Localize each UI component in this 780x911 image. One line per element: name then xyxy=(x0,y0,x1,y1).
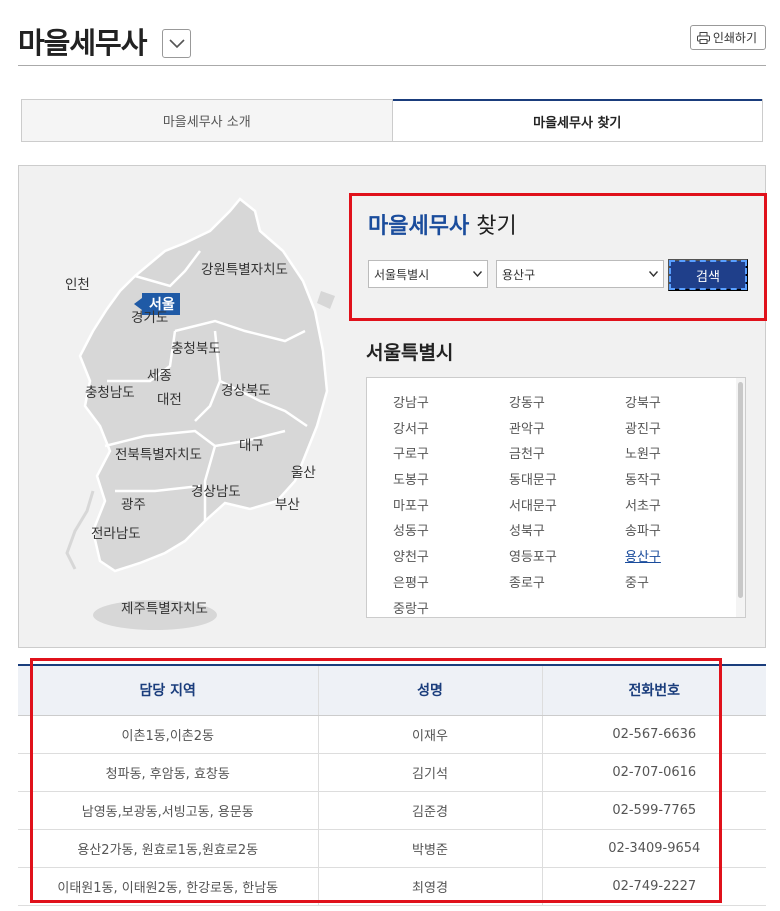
tax-advisor-table: 담당 지역 성명 전화번호 이촌1동,이촌2동 이재우 02-567-6636 청파동… xyxy=(18,664,766,906)
region-daejeon[interactable]: 대전 xyxy=(157,388,182,408)
chevron-down-icon xyxy=(649,271,658,277)
table-body: 이촌1동,이촌2동 이재우 02-567-6636 청파동, 후암동, 효창동 김기석 0… xyxy=(18,715,766,906)
tab-intro[interactable]: 마을세무사 소개 xyxy=(22,100,393,141)
district-item[interactable]: 강북구 xyxy=(625,395,723,414)
find-title-highlight: 마을세무사 xyxy=(368,214,470,239)
find-box: 마을세무사 찾기 서울특별시 용산구 검색 xyxy=(349,193,767,321)
region-chungnam[interactable]: 충청남도 xyxy=(85,381,135,401)
cell-name: 김기석 xyxy=(318,753,543,792)
district-item[interactable]: 중랑구 xyxy=(393,601,509,618)
district-item[interactable]: 강동구 xyxy=(509,395,625,414)
district-item[interactable]: 광진구 xyxy=(625,421,723,440)
district-item[interactable]: 관악구 xyxy=(509,421,625,440)
district-item[interactable]: 금천구 xyxy=(509,446,625,465)
district-item[interactable]: 성동구 xyxy=(393,523,509,542)
region-busan[interactable]: 부산 xyxy=(275,493,300,513)
tab-bar: 마을세무사 소개 마을세무사 찾기 xyxy=(21,99,763,142)
district-item[interactable]: 송파구 xyxy=(625,523,723,542)
cell-name: 최영경 xyxy=(318,867,543,906)
scrollbar-thumb[interactable] xyxy=(738,382,743,598)
cell-name: 김준경 xyxy=(318,791,543,830)
district-item[interactable]: 양천구 xyxy=(393,549,509,568)
tab-find[interactable]: 마을세무사 찾기 xyxy=(392,99,762,141)
cell-area: 이촌1동,이촌2동 xyxy=(18,715,319,754)
cell-area: 청파동, 후암동, 효창동 xyxy=(18,753,319,792)
table-row: 이촌1동,이촌2동 이재우 02-567-6636 xyxy=(18,715,766,754)
page-title: 마을세무사 xyxy=(18,26,147,60)
col-header-name: 성명 xyxy=(318,665,543,716)
city-select[interactable]: 서울특별시 xyxy=(368,260,488,288)
cell-phone: 02-599-7765 xyxy=(542,791,766,830)
chevron-down-icon xyxy=(473,271,482,277)
district-item[interactable]: 강남구 xyxy=(393,395,509,414)
region-gwangju[interactable]: 광주 xyxy=(121,493,146,513)
cell-area: 남영동,보광동,서빙고동, 용문동 xyxy=(18,791,319,830)
region-daegu[interactable]: 대구 xyxy=(239,434,264,454)
region-ulsan[interactable]: 울산 xyxy=(291,461,316,481)
cell-phone: 02-749-2227 xyxy=(542,867,766,906)
district-list: 강남구 강동구 강북구강서구 관악구 광진구구로구 금천구 노원구도봉구 동대문구 동작구마포구… xyxy=(366,377,746,618)
table-header-row: 담당 지역 성명 전화번호 xyxy=(18,665,766,716)
district-item[interactable]: 마포구 xyxy=(393,498,509,517)
chevron-down-icon xyxy=(168,38,185,48)
region-gangwon[interactable]: 강원특별자치도 xyxy=(201,258,288,278)
district-item[interactable]: 종로구 xyxy=(509,575,625,594)
region-jeonnam[interactable]: 전라남도 xyxy=(91,522,141,542)
district-item[interactable]: 구로구 xyxy=(393,446,509,465)
district-heading: 서울특별시 xyxy=(366,342,454,364)
find-title-rest: 찾기 xyxy=(476,214,517,239)
cell-area: 이태원1동, 이태원2동, 한강로동, 한남동 xyxy=(18,867,319,906)
city-select-value: 서울특별시 xyxy=(374,267,430,282)
korea-map[interactable]: 인천 서울 강원특별자치도 경기도 충청북도 세종 충청남도 대전 경상북도 대… xyxy=(45,191,345,631)
cell-name: 박병준 xyxy=(318,829,543,868)
col-header-area: 담당 지역 xyxy=(18,665,319,716)
region-gyeongbuk[interactable]: 경상북도 xyxy=(221,379,271,399)
district-item[interactable]: 강서구 xyxy=(393,421,509,440)
printer-icon xyxy=(696,31,710,44)
district-item[interactable]: 동작구 xyxy=(625,472,723,491)
district-item[interactable]: 노원구 xyxy=(625,446,723,465)
region-sejong[interactable]: 세종 xyxy=(147,364,172,384)
district-item[interactable]: 서초구 xyxy=(625,498,723,517)
district-grid: 강남구 강동구 강북구강서구 관악구 광진구구로구 금천구 노원구도봉구 동대문구 동작구마포구… xyxy=(393,395,723,618)
district-item[interactable]: 성북구 xyxy=(509,523,625,542)
table-row: 이태원1동, 이태원2동, 한강로동, 한남동 최영경 02-749-2227 xyxy=(18,867,766,906)
table-row: 남영동,보광동,서빙고동, 용문동 김준경 02-599-7765 xyxy=(18,791,766,830)
district-item[interactable]: 서대문구 xyxy=(509,498,625,517)
region-jeju[interactable]: 제주특별자치도 xyxy=(121,597,208,617)
table-row: 용산2가동, 원효로1동,원효로2동 박병준 02-3409-9654 xyxy=(18,829,766,868)
district-item[interactable]: 영등포구 xyxy=(509,549,625,568)
district-list-scrollbar[interactable] xyxy=(736,378,745,617)
region-incheon[interactable]: 인천 xyxy=(65,273,90,293)
region-chungbuk[interactable]: 충청북도 xyxy=(171,337,221,357)
table-row: 청파동, 후암동, 효창동 김기석 02-707-0616 xyxy=(18,753,766,792)
district-item[interactable]: 도봉구 xyxy=(393,472,509,491)
cell-phone: 02-3409-9654 xyxy=(542,829,766,868)
find-title: 마을세무사 찾기 xyxy=(368,208,517,240)
district-item[interactable]: 은평구 xyxy=(393,575,509,594)
district-item[interactable]: 동대문구 xyxy=(509,472,625,491)
cell-area: 용산2가동, 원효로1동,원효로2동 xyxy=(18,829,319,868)
cell-name: 이재우 xyxy=(318,715,543,754)
district-select[interactable]: 용산구 xyxy=(496,260,664,288)
col-header-phone: 전화번호 xyxy=(542,665,766,716)
search-button[interactable]: 검색 xyxy=(668,259,748,291)
print-button-label: 인쇄하기 xyxy=(712,31,757,45)
region-gyeonggi[interactable]: 경기도 xyxy=(131,306,168,326)
page-header: 마을세무사 인쇄하기 xyxy=(18,14,766,66)
korea-map-shape xyxy=(65,197,335,630)
region-gyeongnam[interactable]: 경상남도 xyxy=(191,480,241,500)
cell-phone: 02-567-6636 xyxy=(542,715,766,754)
region-jeonbuk[interactable]: 전북특별자치도 xyxy=(115,443,202,463)
print-button[interactable]: 인쇄하기 xyxy=(689,25,766,50)
search-panel: 인천 서울 강원특별자치도 경기도 충청북도 세종 충청남도 대전 경상북도 대… xyxy=(18,165,767,648)
cell-phone: 02-707-0616 xyxy=(542,753,766,792)
district-select-value: 용산구 xyxy=(502,267,536,282)
district-item[interactable]: 용산구 xyxy=(625,549,723,568)
district-item[interactable]: 중구 xyxy=(625,575,723,594)
title-menu-toggle[interactable] xyxy=(162,29,191,58)
